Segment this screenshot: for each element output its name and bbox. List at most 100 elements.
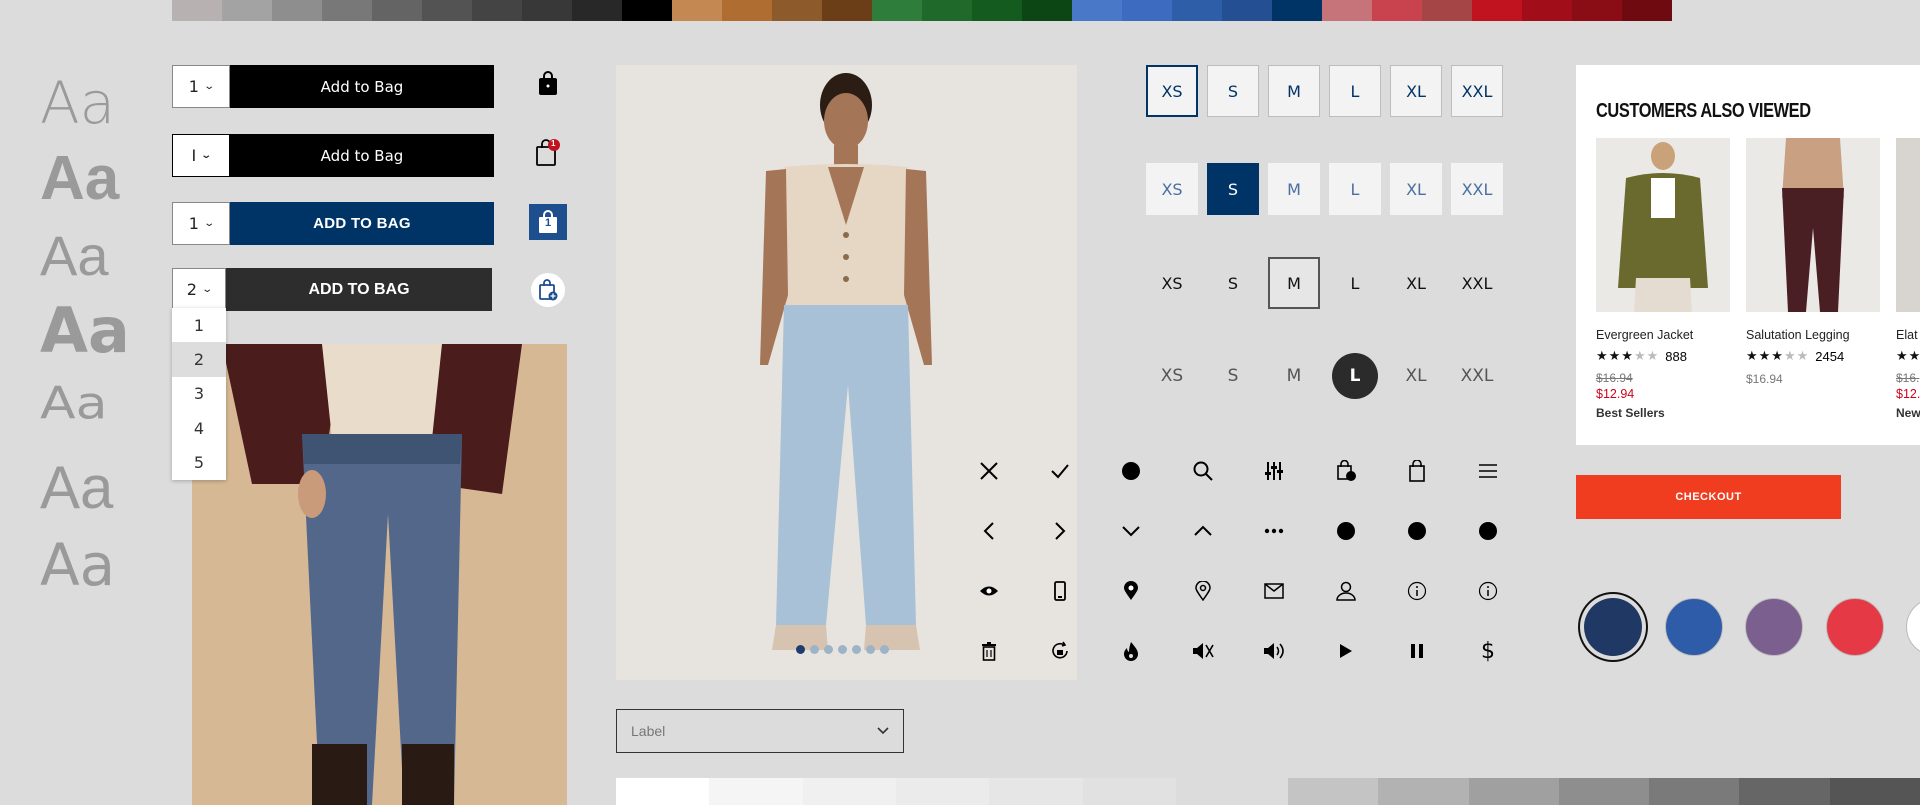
menu-icon[interactable] xyxy=(1472,455,1504,487)
carousel-dot[interactable] xyxy=(824,645,833,654)
quantity-option[interactable]: 3 xyxy=(172,377,226,411)
carousel-dot[interactable] xyxy=(880,645,889,654)
info-icon[interactable] xyxy=(1401,575,1433,607)
quantity-option[interactable]: 5 xyxy=(172,446,226,480)
color-swatch[interactable] xyxy=(1826,598,1884,656)
checkout-button[interactable]: CHECKOUT xyxy=(1576,475,1841,519)
size-option-xxl[interactable]: XXL xyxy=(1451,163,1503,215)
quantity-select[interactable]: 1 ⌄ xyxy=(172,65,230,108)
palette-swatch xyxy=(622,0,672,21)
size-option-m[interactable]: M xyxy=(1268,257,1320,309)
pause-icon[interactable] xyxy=(1401,635,1433,667)
size-option-s[interactable]: S xyxy=(1207,350,1259,402)
quantity-option[interactable]: 4 xyxy=(172,411,226,445)
product-card[interactable]: Elat ★★ $16. $12. New xyxy=(1896,138,1920,420)
close-icon[interactable] xyxy=(973,455,1005,487)
more-icon[interactable] xyxy=(1258,515,1290,547)
add-to-bag-button[interactable]: ADD TO BAG xyxy=(230,202,494,245)
dot-icon xyxy=(1115,455,1147,487)
add-to-bag-button[interactable]: ADD TO BAG xyxy=(226,268,492,311)
size-option-xs[interactable]: XS xyxy=(1146,163,1198,215)
palette-swatch xyxy=(1322,0,1372,21)
size-option-xxl[interactable]: XXL xyxy=(1451,350,1503,402)
quantity-select[interactable]: 1 ⌄ xyxy=(172,202,230,245)
palette-swatch xyxy=(1272,0,1322,21)
product-image[interactable] xyxy=(1596,138,1730,312)
chevron-right-icon[interactable] xyxy=(1044,515,1076,547)
location-filled-icon[interactable] xyxy=(1115,575,1147,607)
quantity-value: 1 xyxy=(188,214,199,233)
play-icon[interactable] xyxy=(1330,635,1362,667)
check-icon[interactable] xyxy=(1044,455,1076,487)
size-option-m[interactable]: M xyxy=(1268,65,1320,117)
size-option-xl[interactable]: XL xyxy=(1390,163,1442,215)
location-icon[interactable] xyxy=(1187,575,1219,607)
size-option-l[interactable]: L xyxy=(1329,257,1381,309)
quantity-select[interactable]: I ⌄ xyxy=(172,134,230,177)
size-option-xs[interactable]: XS xyxy=(1146,257,1198,309)
add-to-bag-button[interactable]: Add to Bag xyxy=(230,65,494,108)
chevron-up-icon[interactable] xyxy=(1187,515,1219,547)
carousel-dot[interactable] xyxy=(810,645,819,654)
info-icon[interactable] xyxy=(1472,575,1504,607)
bag-add-icon[interactable] xyxy=(1330,455,1362,487)
size-option-m[interactable]: M xyxy=(1268,350,1320,402)
mute-icon[interactable] xyxy=(1187,635,1219,667)
size-option-xs[interactable]: XS xyxy=(1146,350,1198,402)
chevron-left-icon[interactable] xyxy=(973,515,1005,547)
size-option-xxl[interactable]: XXL xyxy=(1451,65,1503,117)
size-option-m[interactable]: M xyxy=(1268,163,1320,215)
review-count: 888 xyxy=(1665,348,1687,364)
size-option-l[interactable]: L xyxy=(1329,163,1381,215)
fire-icon[interactable] xyxy=(1115,635,1147,667)
bag-with-count-icon[interactable]: 1 xyxy=(529,204,567,240)
quantity-dropdown-list[interactable]: 12345 xyxy=(172,308,226,480)
product-card[interactable]: Salutation Legging ★★★★★ 2454 $16.94 xyxy=(1746,138,1880,386)
filter-icon[interactable] xyxy=(1258,455,1290,487)
add-to-bag-button[interactable]: Add to Bag xyxy=(230,134,494,177)
bag-add-icon[interactable] xyxy=(529,272,567,308)
size-option-s[interactable]: S xyxy=(1207,65,1259,117)
bag-icon[interactable] xyxy=(529,65,567,101)
carousel-dot[interactable] xyxy=(866,645,875,654)
carousel-dot[interactable] xyxy=(852,645,861,654)
product-badge: New xyxy=(1896,406,1920,420)
size-option-xl[interactable]: XL xyxy=(1390,65,1442,117)
size-option-xxl[interactable]: XXL xyxy=(1451,257,1503,309)
bag-with-count-icon[interactable]: 1 xyxy=(529,134,567,170)
palette-swatch xyxy=(172,0,222,21)
color-swatch[interactable] xyxy=(1584,598,1642,656)
phone-icon[interactable] xyxy=(1044,575,1076,607)
product-image[interactable] xyxy=(1746,138,1880,312)
bag-icon[interactable] xyxy=(1401,455,1433,487)
select-dropdown[interactable]: Label xyxy=(616,709,904,753)
dollar-icon[interactable]: $ xyxy=(1472,635,1504,667)
carousel-dot[interactable] xyxy=(838,645,847,654)
mail-icon[interactable] xyxy=(1258,575,1290,607)
size-option-xs[interactable]: XS xyxy=(1146,65,1198,117)
quantity-option[interactable]: 2 xyxy=(172,342,226,377)
size-option-s[interactable]: S xyxy=(1207,257,1259,309)
trash-icon[interactable] xyxy=(973,635,1005,667)
rotate-lock-icon[interactable] xyxy=(1044,635,1076,667)
volume-icon[interactable] xyxy=(1258,635,1290,667)
quantity-option[interactable]: 1 xyxy=(172,308,226,342)
size-option-xl[interactable]: XL xyxy=(1390,350,1442,402)
color-swatch[interactable] xyxy=(1906,598,1920,656)
size-option-s[interactable]: S xyxy=(1207,163,1259,215)
size-option-l[interactable]: L xyxy=(1332,353,1378,399)
palette-swatch xyxy=(1622,0,1672,21)
carousel-dots[interactable] xyxy=(796,645,889,654)
search-icon[interactable] xyxy=(1187,455,1219,487)
carousel-dot[interactable] xyxy=(796,645,805,654)
product-card[interactable]: Evergreen Jacket ★★★★★ 888 $16.94 $12.94 … xyxy=(1596,138,1730,420)
eye-icon[interactable] xyxy=(973,575,1005,607)
size-option-xl[interactable]: XL xyxy=(1390,257,1442,309)
chevron-down-icon[interactable] xyxy=(1115,515,1147,547)
color-swatch[interactable] xyxy=(1745,598,1803,656)
product-image[interactable] xyxy=(1896,138,1920,312)
color-swatch[interactable] xyxy=(1665,598,1723,656)
size-option-l[interactable]: L xyxy=(1329,65,1381,117)
quantity-select[interactable]: 2 ⌄ xyxy=(172,268,226,311)
user-icon[interactable] xyxy=(1330,575,1362,607)
